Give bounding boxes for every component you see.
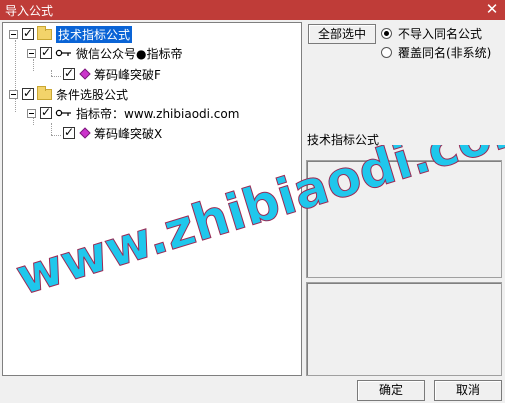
radio-button[interactable] (381, 47, 392, 58)
checkbox[interactable] (40, 105, 52, 119)
folder-icon (37, 85, 52, 100)
tree-connector (51, 135, 61, 136)
tree-connector (51, 76, 61, 77)
import-formula-dialog: 导入公式 ✕ 技术指标公式 微信公众号●指标帝 (0, 0, 505, 403)
radio-button[interactable] (381, 28, 392, 39)
formula-detail-box (306, 282, 502, 376)
details-section-label: 技术指标公式 (307, 133, 380, 147)
checkbox[interactable] (22, 26, 34, 40)
tree-node-label[interactable]: 技术指标公式 (56, 25, 133, 43)
checkbox[interactable] (63, 66, 75, 80)
tree-node-label[interactable]: 筹码峰突破X (94, 125, 162, 142)
tree-node-indicator-site[interactable]: 指标帝：www.zhibiaodi.com (27, 104, 239, 122)
cancel-button[interactable]: 取消 (434, 380, 502, 401)
checkbox[interactable] (40, 45, 52, 59)
window-title: 导入公式 (5, 4, 54, 18)
collapse-icon[interactable] (27, 48, 36, 58)
formula-description-box (306, 160, 502, 278)
tree-node-formula-x[interactable]: 筹码峰突破X (63, 124, 162, 142)
collapse-icon[interactable] (9, 29, 18, 39)
folder-icon (37, 25, 52, 40)
radio-label: 覆盖同名(非系统) (398, 46, 492, 60)
radio-label: 不导入同名公式 (398, 27, 483, 41)
key-icon (55, 109, 71, 117)
formula-diamond-icon (79, 68, 91, 80)
collapse-icon[interactable] (27, 108, 36, 118)
radio-no-import-duplicates[interactable]: 不导入同名公式 (381, 25, 482, 42)
radio-overwrite-duplicates[interactable]: 覆盖同名(非系统) (381, 44, 491, 61)
select-all-button[interactable]: 全部选中 (308, 24, 376, 44)
tree-node-technical-indicators[interactable]: 技术指标公式 (9, 25, 133, 43)
formula-tree: 技术指标公式 微信公众号●指标帝 筹码峰突破F 条件选股公式 (2, 22, 302, 376)
checkbox[interactable] (22, 86, 34, 100)
tree-node-label[interactable]: 条件选股公式 (56, 86, 128, 103)
checkbox[interactable] (63, 125, 75, 139)
close-icon[interactable]: ✕ (483, 1, 501, 18)
tree-node-wechat-account[interactable]: 微信公众号●指标帝 (27, 44, 182, 62)
title-bar: 导入公式 ✕ (0, 0, 505, 20)
tree-node-label[interactable]: 微信公众号●指标帝 (76, 45, 182, 62)
tree-node-label[interactable]: 筹码峰突破F (94, 66, 161, 83)
collapse-icon[interactable] (9, 89, 18, 99)
tree-connector (51, 123, 52, 135)
tree-node-label[interactable]: 指标帝：www.zhibiaodi.com (76, 105, 239, 122)
tree-node-formula-f[interactable]: 筹码峰突破F (63, 65, 161, 83)
formula-diamond-icon (79, 127, 91, 139)
key-icon (55, 49, 71, 57)
ok-button[interactable]: 确定 (357, 380, 425, 401)
tree-node-stock-selection[interactable]: 条件选股公式 (9, 85, 128, 103)
